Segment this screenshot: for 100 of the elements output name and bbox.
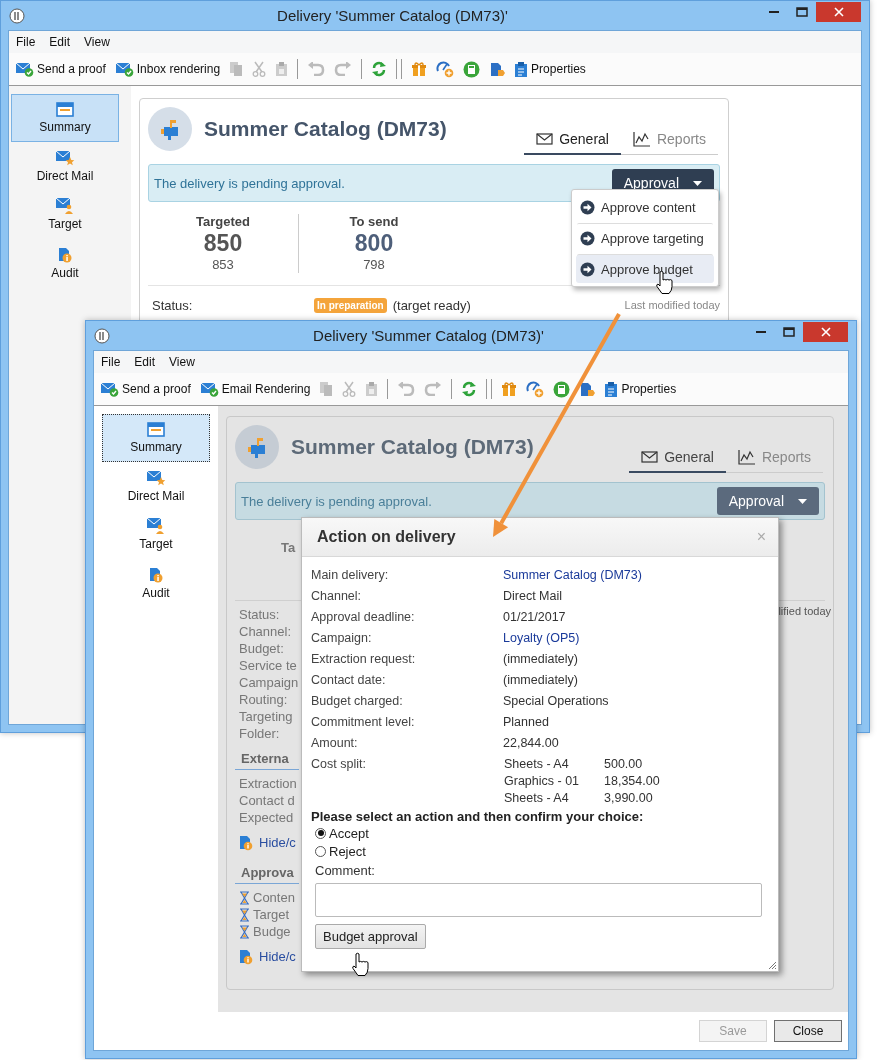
tab[interactable]: General: [524, 127, 621, 155]
hourglass-icon: [239, 890, 250, 905]
minimize-icon: [769, 10, 779, 13]
envelope-icon: [536, 133, 554, 145]
cost-item: Sheets - A4: [503, 756, 570, 773]
count-label: To send: [349, 214, 399, 229]
line-chart-icon: [632, 131, 651, 147]
sidebar-item[interactable]: Audit: [11, 238, 119, 286]
sidebar-item[interactable]: Audit: [102, 558, 210, 606]
field-label: Status:: [238, 607, 280, 624]
menu-item[interactable]: File: [96, 353, 126, 371]
document-info-icon: [239, 834, 253, 851]
maximize-icon: [796, 6, 808, 17]
sidebar-item[interactable]: Direct Mail: [102, 462, 210, 510]
section-heading: Approva: [235, 857, 299, 884]
window-title: Delivery 'Summer Catalog (DM73)': [312, 327, 545, 344]
footer-button[interactable]: Close: [774, 1020, 842, 1042]
arrow-circle-icon: [580, 199, 595, 215]
field-value: Special Operations: [503, 693, 609, 710]
field-label: Commitment level:: [311, 714, 416, 731]
sidebar-item[interactable]: Summary: [102, 414, 210, 462]
field-label: Main delivery:: [311, 567, 390, 584]
envelope-check-icon: [100, 381, 119, 397]
toolbar-button[interactable]: Send a proof: [12, 59, 109, 79]
properties-button[interactable]: Properties: [511, 58, 589, 80]
menu-option[interactable]: Approve budget: [576, 255, 714, 283]
field-label: Budget charged:: [311, 693, 404, 710]
field-value: (immediately): [503, 651, 578, 668]
field-label: Cost split:: [311, 756, 367, 773]
close-icon: [833, 6, 844, 17]
toolbar-button[interactable]: Send a proof: [97, 379, 194, 399]
field-value: Planned: [503, 714, 549, 731]
field-label: Budget:: [238, 641, 284, 658]
line-chart-icon: [737, 449, 756, 465]
caret-icon: [798, 498, 807, 504]
comment-field[interactable]: [315, 883, 762, 917]
section-heading: Externa: [235, 743, 299, 770]
envelope-star-icon: [55, 149, 75, 166]
sidebar-item[interactable]: Summary: [11, 94, 119, 142]
field-link[interactable]: Summer Catalog (DM73): [503, 565, 642, 586]
arrow-circle-icon: [580, 230, 595, 246]
count-value: 800: [354, 229, 394, 257]
envelope-check-icon: [199, 381, 219, 397]
tab[interactable]: Reports: [620, 127, 718, 155]
approval-step: Budge: [253, 924, 291, 939]
sidebar-item[interactable]: Target: [11, 190, 119, 238]
comment-label: Comment:: [315, 863, 376, 878]
mailbox-icon: [235, 425, 279, 469]
count-label: Ta: [281, 540, 296, 557]
resize-grip-icon: [768, 961, 776, 969]
field-label: Status:: [151, 297, 194, 313]
envelope-check-icon: [114, 61, 134, 77]
window-title: Delivery 'Summer Catalog (DM73)': [276, 7, 509, 24]
field-label: Contact date:: [311, 672, 387, 689]
field-label: Channel:: [238, 624, 292, 641]
toolbar-button[interactable]: Inbox rendering: [111, 59, 224, 79]
radio-option[interactable]: Reject: [315, 842, 366, 860]
app-icon: [94, 327, 110, 344]
minimize-icon: [756, 330, 766, 333]
cost-item: Sheets - A4: [503, 790, 570, 807]
field-label: Extraction: [238, 775, 297, 792]
window-icon: [56, 102, 74, 117]
field-label: Targeting: [238, 709, 293, 726]
sidebar-item[interactable]: Target: [102, 510, 210, 558]
envelope-person-icon: [55, 197, 75, 214]
modified-note: Last modified today: [624, 299, 720, 311]
arrow-circle-icon: [580, 261, 595, 277]
maximize-icon: [783, 326, 795, 337]
banner-message: The delivery is pending approval.: [241, 493, 432, 509]
count-detail: 853: [212, 257, 234, 272]
radio-option[interactable]: Accept: [315, 824, 369, 842]
hide-link[interactable]: Hide/c: [259, 949, 296, 964]
field-label: Campaign:: [311, 630, 373, 647]
envelope-check-icon: [15, 61, 34, 77]
menu-item[interactable]: Edit: [44, 33, 76, 51]
approval-button[interactable]: Approval: [716, 487, 819, 515]
app-icon: [9, 7, 25, 24]
field-label: Contact d: [238, 792, 295, 809]
sidebar-item[interactable]: Direct Mail: [11, 142, 119, 190]
menu-item[interactable]: View: [79, 33, 115, 51]
tab[interactable]: General: [629, 445, 726, 473]
field-label: Folder:: [238, 726, 280, 743]
field-label: Channel:: [311, 588, 363, 605]
menu-item[interactable]: Edit: [129, 353, 161, 371]
field-label: Extraction request:: [311, 651, 417, 668]
delivery-heading: Summer Catalog (DM73): [204, 117, 448, 141]
menu-item[interactable]: File: [11, 33, 41, 51]
field-label: Service te: [238, 658, 297, 675]
hide-link[interactable]: Hide/c: [259, 835, 296, 850]
field-link[interactable]: Loyalty (OP5): [503, 628, 580, 649]
dialog-title: Action on delivery: [317, 528, 456, 546]
envelope-person-icon: [146, 517, 166, 534]
budget-approval-button[interactable]: Budget approval: [315, 924, 426, 949]
menu-item[interactable]: View: [164, 353, 200, 371]
cost-amount: 500.00: [604, 756, 643, 773]
delivery-heading: Summer Catalog (DM73): [291, 435, 535, 459]
properties-button[interactable]: Properties: [601, 378, 680, 400]
menu-option[interactable]: Approve targeting: [576, 224, 714, 252]
close-icon: [820, 326, 831, 337]
toolbar-button[interactable]: Email Rendering: [196, 379, 314, 399]
